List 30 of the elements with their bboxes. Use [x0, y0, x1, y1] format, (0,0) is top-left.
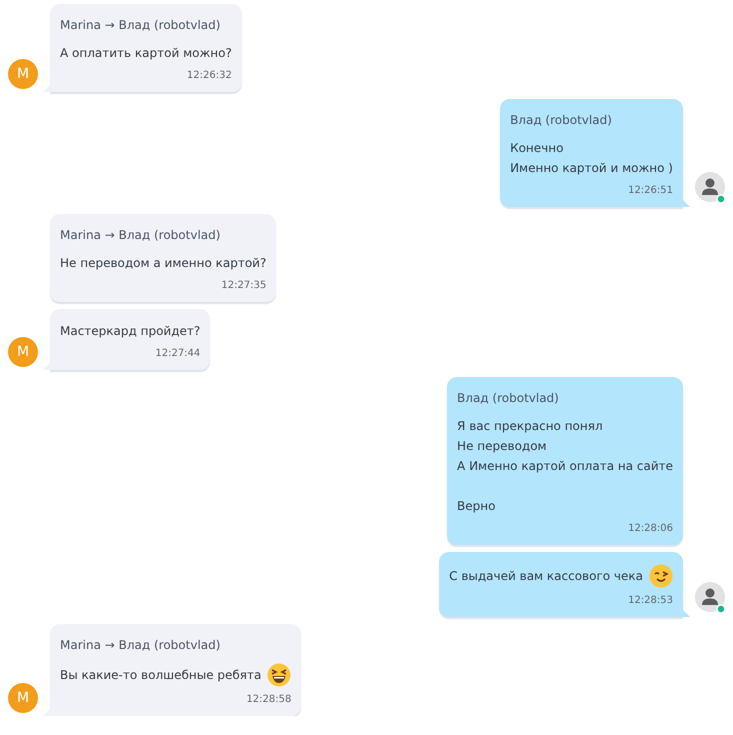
message-text: Мастеркард пройдет? — [60, 323, 200, 340]
laughing-emoji-icon — [267, 663, 292, 687]
message-time: 12:28:53 — [628, 595, 673, 607]
user-avatar-icon — [695, 582, 727, 614]
avatar: M — [8, 337, 38, 367]
user-avatar-icon — [695, 172, 727, 204]
message-text: А Именно картой оплата на сайте — [457, 458, 673, 475]
message-text: А оплатить картой можно? — [60, 45, 232, 62]
message-text: Вы какие-то волшебные ребята — [60, 667, 262, 684]
message-text: Я вас прекрасно понял — [457, 418, 603, 435]
message-time: 12:26:51 — [628, 185, 673, 197]
sender-name: Влад (robotvlad) — [457, 390, 560, 407]
message-time: 12:27:44 — [155, 348, 200, 360]
message-time: 12:28:58 — [246, 694, 292, 706]
avatar: M — [8, 59, 38, 89]
message-text: Верно — [457, 498, 496, 515]
message-text: Именно картой и можно ) — [510, 160, 673, 177]
message-text: С выдачей вам кассового чека — [449, 568, 643, 585]
sender-name: Marina → Влад (robotvlad) — [60, 227, 222, 244]
message-text: Не переводом — [457, 438, 547, 455]
sender-name: Marina → Влад (robotvlad) — [60, 637, 222, 654]
message-text: Не переводом а именно картой? — [60, 255, 266, 272]
message-text: Конечно — [510, 140, 564, 157]
sender-name: Marina → Влад (robotvlad) — [60, 17, 222, 34]
sender-name: Влад (robotvlad) — [510, 112, 613, 129]
avatar: M — [8, 683, 38, 713]
wink-emoji-icon — [649, 564, 673, 588]
message-time: 12:27:35 — [221, 280, 266, 292]
message-time: 12:26:32 — [186, 70, 232, 82]
message-time: 12:28:06 — [628, 523, 673, 535]
